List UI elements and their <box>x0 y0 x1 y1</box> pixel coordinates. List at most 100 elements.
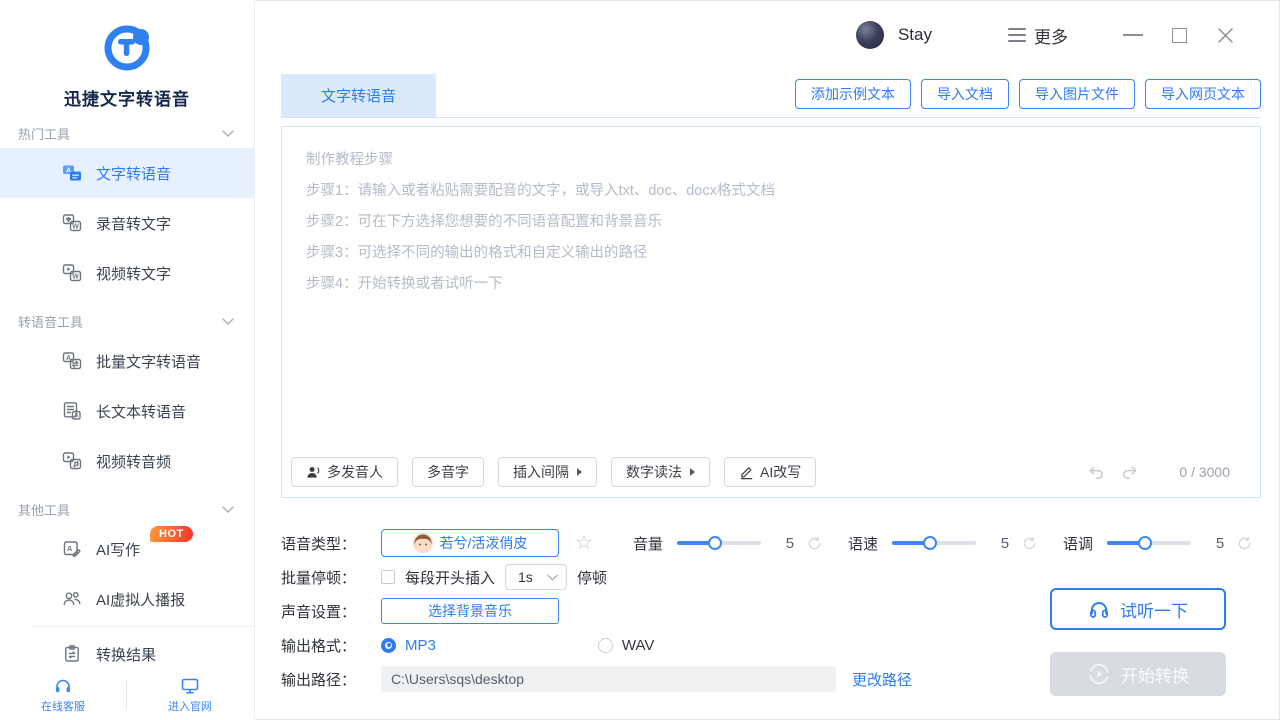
speed-label: 语速 <box>848 533 878 554</box>
sidebar-item-audio-to-text[interactable]: W 录音转文字 <box>0 198 254 248</box>
sidebar-item-label: 批量文字转语音 <box>96 351 201 372</box>
speed-slider[interactable] <box>892 541 976 545</box>
ai-avatar-icon <box>62 589 82 609</box>
sidebar-item-video-to-text[interactable]: W 视频转文字 <box>0 248 254 298</box>
sidebar: 迅捷文字转语音 热门工具 A 文字转语音 W 录音转文字 W 视频转文字 <box>0 0 255 720</box>
import-image-file-button[interactable]: 导入图片文件 <box>1019 79 1135 109</box>
text-input-area[interactable]: 制作教程步骤 步骤1：请输入或者粘贴需要配音的文字，或导入txt、doc、doc… <box>281 126 1261 498</box>
slider-thumb[interactable] <box>1138 536 1152 550</box>
reset-icon[interactable] <box>807 536 822 551</box>
voice-select-button[interactable]: 若兮/活泼俏皮 <box>381 529 559 557</box>
more-label: 更多 <box>1034 23 1068 48</box>
audio-to-text-icon: W <box>62 213 82 233</box>
format-option-wav[interactable]: WAV <box>598 637 655 654</box>
redo-icon[interactable] <box>1120 463 1139 482</box>
sidebar-item-text-to-speech[interactable]: A 文字转语音 <box>0 148 254 198</box>
sidebar-item-ai-writing[interactable]: A AI写作 HOT <box>0 524 254 574</box>
official-site-link[interactable]: 进入官网 <box>127 676 253 714</box>
toolbar-button-label: 插入间隔 <box>513 462 569 482</box>
volume-slider[interactable] <box>677 541 761 545</box>
radio-checked-icon[interactable] <box>381 638 396 653</box>
minimize-button[interactable] <box>1118 20 1148 50</box>
select-bgm-button[interactable]: 选择背景音乐 <box>381 598 559 624</box>
app-logo-icon <box>103 24 151 72</box>
format-option-label[interactable]: MP3 <box>405 637 436 654</box>
placeholder-line: 步骤3：可选择不同的输出的格式和自定义输出的路径 <box>306 238 1236 269</box>
toolbar-button-label: AI改写 <box>760 462 801 482</box>
undo-icon[interactable] <box>1087 463 1106 482</box>
svg-text:W: W <box>72 224 79 231</box>
maximize-button[interactable] <box>1164 20 1194 50</box>
output-path-label: 输出路径： <box>281 669 381 690</box>
add-sample-text-button[interactable]: 添加示例文本 <box>795 79 911 109</box>
change-path-link[interactable]: 更改路径 <box>852 669 912 690</box>
pause-checkbox[interactable] <box>381 570 395 584</box>
format-option-label[interactable]: WAV <box>622 637 655 654</box>
sidebar-footer: 在线客服 进入官网 <box>0 670 253 720</box>
preview-button[interactable]: 试听一下 <box>1050 588 1226 630</box>
reset-icon[interactable] <box>1022 536 1037 551</box>
username[interactable]: Stay <box>898 25 932 45</box>
slider-thumb[interactable] <box>708 536 722 550</box>
sidebar-item-batch-tts[interactable]: A 批量文字转语音 <box>0 336 254 386</box>
pitch-slider-group: 语调 5 <box>1063 533 1252 554</box>
tab-text-to-speech[interactable]: 文字转语音 <box>281 74 436 117</box>
ai-rewrite-button[interactable]: AI改写 <box>724 457 816 487</box>
footer-link-label: 在线客服 <box>41 698 85 714</box>
voice-type-row: 语音类型： 若兮/活泼俏皮 ☆ 音量 5 <box>281 526 1261 560</box>
monitor-icon <box>180 676 200 696</box>
pause-duration-value: 1s <box>518 569 533 585</box>
pitch-slider[interactable] <box>1107 541 1191 545</box>
sound-settings-label: 声音设置： <box>281 601 381 622</box>
reset-icon[interactable] <box>1237 536 1252 551</box>
pitch-label: 语调 <box>1063 533 1093 554</box>
sidebar-item-ai-avatar-broadcast[interactable]: AI虚拟人播报 <box>0 574 254 624</box>
headset-icon <box>53 676 73 696</box>
speed-slider-group: 语速 5 <box>848 533 1037 554</box>
svg-text:A: A <box>67 544 73 553</box>
polyphonic-button[interactable]: 多音字 <box>412 457 484 487</box>
radio-unchecked-icon[interactable] <box>598 638 613 653</box>
toolbar-button-label: 多发音人 <box>327 462 383 482</box>
editor-toolbar: 多发音人 多音字 插入间隔 数字读法 <box>291 457 1240 487</box>
sidebar-item-label: AI写作 <box>96 539 140 560</box>
import-webpage-text-button[interactable]: 导入网页文本 <box>1145 79 1261 109</box>
sidebar-divider <box>30 626 254 627</box>
sidebar-section-tts-tools[interactable]: 转语音工具 <box>0 306 254 336</box>
sidebar-item-label: 转换结果 <box>96 644 156 665</box>
pause-suffix-label: 停顿 <box>577 567 607 588</box>
slider-thumb[interactable] <box>923 536 937 550</box>
convert-button-label: 开始转换 <box>1121 662 1189 687</box>
sidebar-item-label: AI虚拟人播报 <box>96 589 185 610</box>
sidebar-item-long-text-tts[interactable]: A 长文本转语音 <box>0 386 254 436</box>
long-text-tts-icon: A <box>62 401 82 421</box>
import-document-button[interactable]: 导入文档 <box>921 79 1009 109</box>
online-service-link[interactable]: 在线客服 <box>0 676 126 714</box>
volume-value: 5 <box>785 535 795 552</box>
convert-button[interactable]: 开始转换 <box>1050 652 1226 696</box>
pause-duration-select[interactable]: 1s <box>505 564 567 590</box>
user-avatar[interactable] <box>856 21 884 49</box>
tab-bar: 文字转语音 添加示例文本 导入文档 导入图片文件 导入网页文本 <box>281 70 1261 118</box>
more-menu-button[interactable]: 更多 <box>1008 23 1068 48</box>
number-reading-button[interactable]: 数字读法 <box>611 457 710 487</box>
favorite-star-icon[interactable]: ☆ <box>575 533 593 553</box>
preview-button-label: 试听一下 <box>1120 597 1188 622</box>
sidebar-item-video-to-audio[interactable]: 视频转音频 <box>0 436 254 486</box>
multi-speaker-button[interactable]: 多发音人 <box>291 457 398 487</box>
format-option-mp3[interactable]: MP3 <box>381 637 436 654</box>
pen-icon <box>739 465 754 480</box>
section-label: 其他工具 <box>18 500 70 519</box>
text-to-speech-icon: A <box>62 163 82 183</box>
voice-type-label: 语音类型： <box>281 533 381 554</box>
output-format-label: 输出格式： <box>281 635 381 656</box>
video-to-text-icon: W <box>62 263 82 283</box>
pause-checkbox-label[interactable]: 每段开头插入 <box>405 567 495 588</box>
sidebar-section-hot-tools[interactable]: 热门工具 <box>0 118 254 148</box>
output-path-field: C:\Users\sqs\desktop <box>381 666 836 692</box>
close-button[interactable] <box>1210 20 1240 50</box>
insert-pause-button[interactable]: 插入间隔 <box>498 457 597 487</box>
sidebar-section-other-tools[interactable]: 其他工具 <box>0 494 254 524</box>
maximize-icon <box>1172 28 1187 43</box>
toolbar-button-label: 数字读法 <box>626 462 682 482</box>
